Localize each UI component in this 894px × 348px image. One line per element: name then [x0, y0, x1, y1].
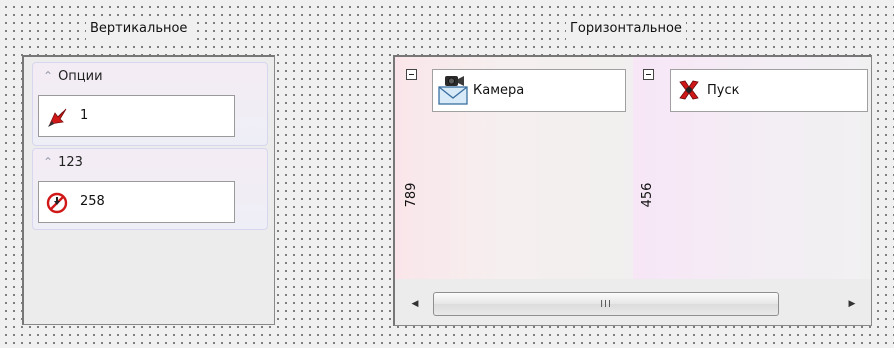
scroll-left-arrow-icon[interactable]: ◀: [409, 298, 421, 310]
scrollbar-thumb[interactable]: III: [433, 292, 779, 316]
section-header-label: Опции: [58, 69, 103, 84]
horizontal-item-camera[interactable]: Камера: [432, 69, 626, 112]
column-caption: 789: [404, 182, 419, 208]
vertical-section-123: ⌃ 123 258: [32, 148, 268, 230]
camera-mail-icon: [438, 76, 468, 105]
chevron-up-icon[interactable]: ⌃: [43, 65, 53, 87]
horizontal-column-789: 789 Камера: [395, 57, 633, 279]
red-arrow-icon: [48, 108, 67, 127]
horizontal-scrollbar[interactable]: ◀ III ▶: [395, 284, 870, 324]
vertical-group-title: Вертикальное: [86, 18, 192, 40]
scroll-right-arrow-icon[interactable]: ▶: [846, 298, 858, 310]
vertical-item-1[interactable]: 1: [38, 95, 235, 137]
vertical-item-label: 1: [80, 108, 89, 123]
minus-box-icon[interactable]: [406, 69, 417, 80]
scrollbar-grip: III: [600, 299, 612, 310]
red-x-icon: [679, 80, 699, 100]
vertical-item-258[interactable]: 258: [38, 181, 235, 223]
no-entry-icon: [46, 192, 68, 214]
vertical-item-label: 258: [80, 194, 105, 209]
horizontal-item-start[interactable]: Пуск: [670, 69, 868, 112]
horizontal-group-title: Горизонтальное: [566, 18, 686, 40]
chevron-up-icon[interactable]: ⌃: [43, 151, 53, 173]
horizontal-item-label: Камера: [473, 83, 525, 98]
section-header-label: 123: [58, 155, 83, 170]
section-header-options[interactable]: ⌃ Опции: [43, 65, 103, 87]
horizontal-column-456: 456 Пуск: [633, 57, 871, 279]
horizontal-item-label: Пуск: [707, 83, 740, 98]
vertical-panel: ⌃ Опции 1 ⌃ 123 258: [22, 55, 275, 325]
horizontal-panel: 789 Камера 456 Пуск ◀ III ▶: [393, 55, 872, 326]
section-header-123[interactable]: ⌃ 123: [43, 151, 83, 173]
vertical-section-options: ⌃ Опции 1: [32, 62, 268, 146]
column-caption: 456: [640, 182, 655, 208]
minus-box-icon[interactable]: [643, 69, 654, 80]
